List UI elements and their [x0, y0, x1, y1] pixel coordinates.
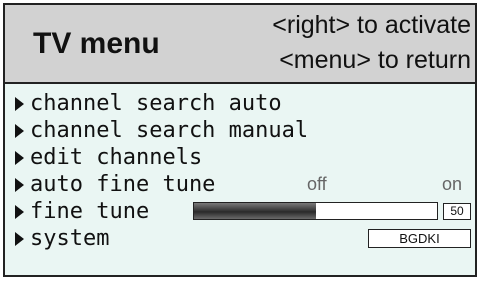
- menu-item-channel-search-manual[interactable]: channel search manual: [15, 117, 471, 144]
- menu-item-system[interactable]: system BGDKI: [15, 225, 471, 252]
- menu-item-label: channel search manual: [30, 118, 309, 143]
- triangle-right-icon: [15, 97, 24, 111]
- auto-fine-tune-on-option[interactable]: on: [442, 171, 462, 198]
- menu-item-label: edit channels: [30, 145, 203, 170]
- triangle-right-icon: [15, 151, 24, 165]
- menu-item-channel-search-auto[interactable]: channel search auto: [15, 90, 471, 117]
- triangle-right-icon: [15, 124, 24, 138]
- system-value-box[interactable]: BGDKI: [368, 229, 471, 248]
- activate-hint: <right> to activate: [272, 11, 471, 39]
- menu-list: channel search auto channel search manua…: [15, 90, 471, 252]
- triangle-right-icon: [15, 232, 24, 246]
- tv-menu-window: TV menu <right> to activate <menu> to re…: [3, 3, 477, 277]
- return-hint: <menu> to return: [279, 46, 471, 74]
- menu-item-edit-channels[interactable]: edit channels: [15, 144, 471, 171]
- menu-item-fine-tune[interactable]: fine tune 50: [15, 198, 471, 225]
- triangle-right-icon: [15, 178, 24, 192]
- menu-item-label: auto fine tune: [30, 172, 216, 197]
- menu-item-label: channel search auto: [30, 91, 282, 116]
- menu-item-label: fine tune: [30, 199, 150, 224]
- menu-item-label: system: [30, 226, 110, 251]
- menu-header: TV menu <right> to activate <menu> to re…: [5, 5, 475, 84]
- fine-tune-slider-fill: [194, 203, 316, 219]
- auto-fine-tune-off-option[interactable]: off: [307, 171, 327, 198]
- fine-tune-slider[interactable]: [193, 202, 438, 220]
- triangle-right-icon: [15, 205, 24, 219]
- menu-item-auto-fine-tune[interactable]: auto fine tune off on: [15, 171, 471, 198]
- menu-title: TV menu: [33, 27, 160, 60]
- fine-tune-value: 50: [443, 203, 471, 220]
